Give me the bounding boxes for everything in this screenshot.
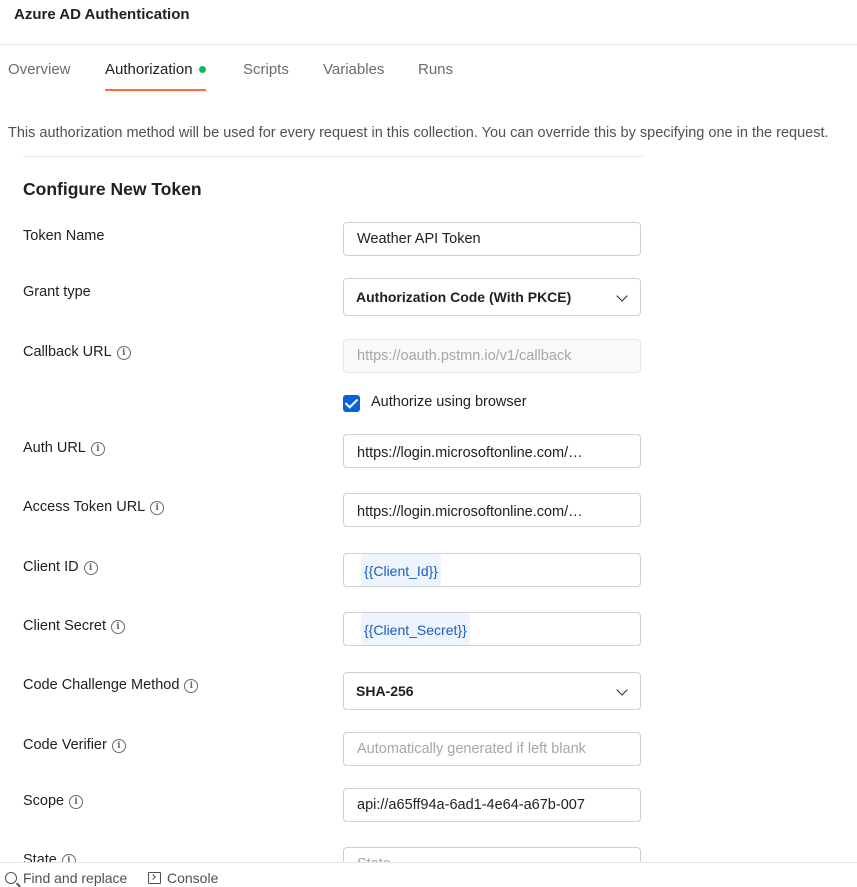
info-icon[interactable]: i bbox=[150, 501, 165, 515]
status-bar: Find and replace Console bbox=[0, 862, 857, 887]
code-challenge-label-text: Code Challenge Method bbox=[23, 677, 180, 693]
grant-type-value: Authorization Code (With PKCE) bbox=[356, 289, 572, 305]
active-tab-indicator bbox=[105, 89, 206, 91]
access-token-url-value: https://login.microsoftonline.com/{{Tena… bbox=[357, 494, 630, 526]
auth-url-label-text: Auth URL bbox=[23, 440, 86, 456]
info-icon[interactable]: i bbox=[69, 795, 84, 809]
info-icon[interactable]: i bbox=[83, 561, 98, 575]
authorize-browser-checkbox[interactable] bbox=[343, 395, 360, 412]
code-verifier-label: Code Verifier i bbox=[23, 737, 126, 753]
code-challenge-value: SHA-256 bbox=[356, 683, 414, 699]
tab-runs[interactable]: Runs bbox=[418, 45, 453, 89]
scope-label: Scope i bbox=[23, 793, 84, 809]
tab-scripts[interactable]: Scripts bbox=[243, 45, 289, 89]
code-verifier-placeholder: Automatically generated if left blank bbox=[357, 741, 586, 757]
collection-auth-page: Azure AD Authentication Overview Authori… bbox=[0, 0, 857, 887]
callback-url-label-text: Callback URL bbox=[23, 344, 112, 360]
authorize-browser-label[interactable]: Authorize using browser bbox=[371, 394, 527, 410]
console-icon bbox=[148, 872, 161, 884]
info-icon[interactable]: i bbox=[184, 679, 199, 693]
active-status-dot-icon bbox=[198, 66, 206, 73]
code-verifier-input[interactable]: Automatically generated if left blank bbox=[343, 732, 641, 766]
access-token-url-label: Access Token URL i bbox=[23, 499, 165, 515]
client-id-input[interactable]: {{Client_Id}} bbox=[343, 553, 641, 587]
auth-url-input[interactable]: https://login.microsoftonline.com/{{Tena… bbox=[343, 434, 641, 468]
collection-header: Azure AD Authentication bbox=[0, 0, 857, 45]
token-name-label: Token Name bbox=[23, 228, 105, 244]
tab-authorization-label: Authorization bbox=[105, 61, 193, 78]
token-name-input[interactable]: Weather API Token bbox=[343, 222, 641, 256]
client-secret-variable: {{Client_Secret}} bbox=[361, 613, 470, 645]
scope-input[interactable]: api://a65ff94a-6ad1-4e64-a67b-007 bbox=[343, 788, 641, 822]
grant-type-label: Grant type bbox=[23, 284, 91, 300]
grant-type-select[interactable]: Authorization Code (With PKCE) bbox=[343, 278, 641, 316]
scope-label-text: Scope bbox=[23, 793, 65, 809]
info-icon[interactable]: i bbox=[111, 620, 126, 634]
auth-description: This authorization method will be used f… bbox=[8, 125, 829, 141]
client-secret-value: {{Client_Secret}} bbox=[359, 613, 470, 645]
access-token-url-label-text: Access Token URL bbox=[23, 499, 146, 515]
info-icon[interactable]: i bbox=[90, 442, 105, 456]
client-id-label-text: Client ID bbox=[23, 559, 79, 575]
auth-url-value: https://login.microsoftonline.com/{{Tena… bbox=[357, 435, 630, 467]
client-id-value: {{Client_Id}} bbox=[359, 554, 441, 586]
console-label: Console bbox=[167, 870, 219, 886]
client-secret-label: Client Secret i bbox=[23, 618, 126, 634]
access-token-url-input[interactable]: https://login.microsoftonline.com/{{Tena… bbox=[343, 493, 641, 527]
callback-url-input: https://oauth.pstmn.io/v1/callback bbox=[343, 339, 641, 373]
tab-overview[interactable]: Overview bbox=[8, 45, 71, 89]
section-divider bbox=[23, 156, 643, 157]
collection-title[interactable]: Azure AD Authentication bbox=[14, 6, 190, 23]
client-secret-label-text: Client Secret bbox=[23, 618, 107, 634]
find-replace-button[interactable]: Find and replace bbox=[5, 870, 127, 886]
client-id-variable: {{Client_Id}} bbox=[361, 554, 441, 586]
auth-url-text: https://login.microsoftonline.com/ bbox=[357, 445, 569, 461]
chevron-down-icon bbox=[616, 684, 628, 696]
info-icon[interactable]: i bbox=[111, 739, 126, 753]
info-icon[interactable]: i bbox=[116, 346, 131, 360]
callback-url-placeholder: https://oauth.pstmn.io/v1/callback bbox=[357, 348, 572, 364]
section-title: Configure New Token bbox=[23, 179, 202, 199]
chevron-down-icon bbox=[616, 290, 628, 302]
access-token-url-text: https://login.microsoftonline.com/ bbox=[357, 504, 569, 520]
console-button[interactable]: Console bbox=[148, 870, 218, 886]
find-replace-label: Find and replace bbox=[23, 870, 128, 886]
callback-url-label: Callback URL i bbox=[23, 344, 131, 360]
search-icon bbox=[5, 872, 17, 884]
code-challenge-label: Code Challenge Method i bbox=[23, 677, 199, 693]
code-verifier-label-text: Code Verifier bbox=[23, 737, 107, 753]
client-secret-input[interactable]: {{Client_Secret}} bbox=[343, 612, 641, 646]
auth-url-label: Auth URL i bbox=[23, 440, 105, 456]
tab-authorization[interactable]: Authorization bbox=[105, 45, 206, 91]
tab-variables[interactable]: Variables bbox=[323, 45, 384, 89]
client-id-label: Client ID i bbox=[23, 559, 98, 575]
scope-value: api://a65ff94a-6ad1-4e64-a67b-007 bbox=[357, 797, 585, 813]
token-name-value: Weather API Token bbox=[357, 231, 481, 247]
code-challenge-select[interactable]: SHA-256 bbox=[343, 672, 641, 710]
collection-tabs: Overview Authorization Scripts Variables… bbox=[0, 45, 857, 91]
